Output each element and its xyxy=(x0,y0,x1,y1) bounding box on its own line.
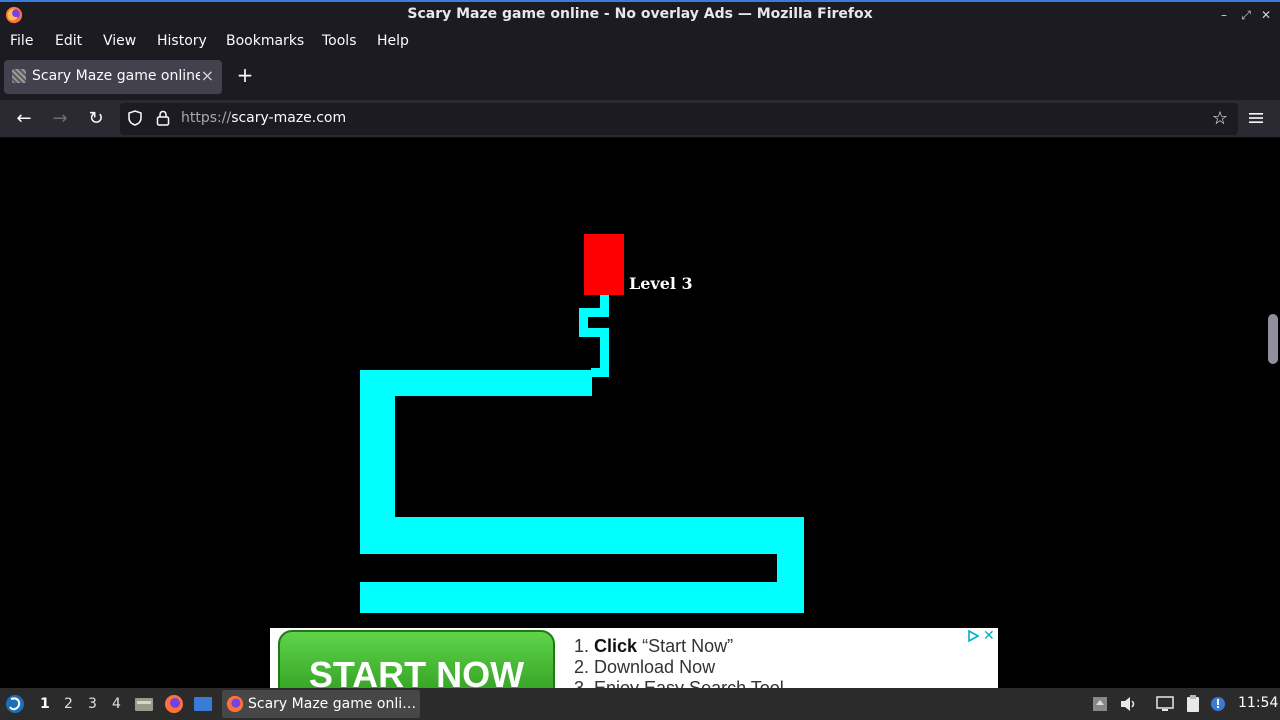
back-button[interactable]: ← xyxy=(12,107,36,131)
maze-path-segment[interactable] xyxy=(360,582,804,613)
lock-icon[interactable] xyxy=(156,110,170,126)
advertisement-banner[interactable]: START NOW 1. Click “Start Now” 2. Downlo… xyxy=(270,628,998,688)
address-bar[interactable]: https://scary-maze.com ☆ xyxy=(120,103,1238,135)
tab-strip: Scary Maze game online × + xyxy=(0,54,1280,100)
app-menu-hamburger-icon[interactable] xyxy=(1246,108,1266,128)
system-taskbar: 1 2 3 4 Scary Maze game onli… 11:54 xyxy=(0,688,1280,720)
volume-icon[interactable] xyxy=(1118,694,1138,714)
menu-view[interactable]: View xyxy=(103,33,136,49)
ad-start-now-button[interactable]: START NOW xyxy=(278,630,555,688)
ad-close-icon[interactable]: ✕ xyxy=(983,628,995,644)
workspace-1[interactable]: 1 xyxy=(40,696,50,712)
url-host: scary-maze.com xyxy=(231,110,347,126)
network-icon[interactable] xyxy=(1155,694,1175,714)
ad-step-2: 2. Download Now xyxy=(574,657,716,677)
url-scheme: https:// xyxy=(181,110,232,126)
ad-step-1: 1. Click “Start Now” xyxy=(574,636,733,657)
ad-step-1-bold: Click xyxy=(594,636,638,656)
ad-step-1-text: “Start Now” xyxy=(642,636,734,656)
close-tab-icon[interactable]: × xyxy=(201,66,214,85)
maximize-button[interactable]: ⤢ xyxy=(1238,6,1254,24)
workspace-2[interactable]: 2 xyxy=(64,696,73,712)
file-manager-icon[interactable] xyxy=(134,694,154,714)
page-content: Level 3 START NOW 1. Click “Start Now” 2… xyxy=(0,139,1280,688)
firefox-window-icon xyxy=(226,695,244,713)
notification-icon[interactable] xyxy=(1208,694,1228,714)
taskbar-window-label: Scary Maze game onli… xyxy=(248,696,417,712)
bookmark-star-icon[interactable]: ☆ xyxy=(1212,108,1228,129)
url-text[interactable]: https://scary-maze.com xyxy=(181,110,346,126)
close-window-button[interactable]: ✕ xyxy=(1258,6,1274,24)
maze-path-segment[interactable] xyxy=(360,517,804,554)
ad-button-label: START NOW xyxy=(308,654,525,688)
minimize-button[interactable]: – xyxy=(1216,6,1232,24)
start-menu-icon[interactable] xyxy=(5,694,25,714)
new-tab-button[interactable]: + xyxy=(234,64,256,86)
tab-scary-maze[interactable]: Scary Maze game online × xyxy=(4,60,222,94)
tracking-protection-shield-icon[interactable] xyxy=(128,110,142,126)
show-desktop-icon[interactable] xyxy=(193,694,213,714)
maze-path-segment[interactable] xyxy=(591,368,609,377)
navigation-toolbar: ← → ↻ https://scary-maze.com ☆ xyxy=(0,100,1280,138)
system-clock[interactable]: 11:54 xyxy=(1238,695,1278,711)
clipboard-icon[interactable] xyxy=(1183,694,1203,714)
menu-bookmarks[interactable]: Bookmarks xyxy=(226,33,304,49)
adchoices-icon[interactable] xyxy=(967,630,979,642)
workspace-3[interactable]: 3 xyxy=(88,696,97,712)
menu-help[interactable]: Help xyxy=(377,33,409,49)
tray-eject-icon[interactable] xyxy=(1090,694,1110,714)
ad-step-3: 3. Enjoy Easy Search Tool xyxy=(574,678,784,688)
taskbar-window-firefox[interactable]: Scary Maze game onli… xyxy=(222,690,420,718)
forward-button[interactable]: → xyxy=(48,107,72,131)
window-titlebar: Scary Maze game online - No overlay Ads … xyxy=(0,0,1280,30)
tab-label: Scary Maze game online xyxy=(32,68,200,84)
workspace-4[interactable]: 4 xyxy=(112,696,121,712)
menu-edit[interactable]: Edit xyxy=(55,33,82,49)
level-label: Level 3 xyxy=(629,274,693,293)
reload-button[interactable]: ↻ xyxy=(84,107,108,131)
menu-bar: File Edit View History Bookmarks Tools H… xyxy=(0,30,1280,54)
maze-goal-block[interactable] xyxy=(584,234,624,295)
menu-tools[interactable]: Tools xyxy=(322,33,357,49)
menu-file[interactable]: File xyxy=(10,33,33,49)
page-scrollbar-thumb[interactable] xyxy=(1268,314,1278,364)
firefox-launcher-icon[interactable] xyxy=(164,694,184,714)
ad-step-1-number: 1. xyxy=(574,636,590,656)
site-favicon-icon xyxy=(12,69,26,83)
menu-history[interactable]: History xyxy=(157,33,207,49)
window-title: Scary Maze game online - No overlay Ads … xyxy=(407,6,873,22)
